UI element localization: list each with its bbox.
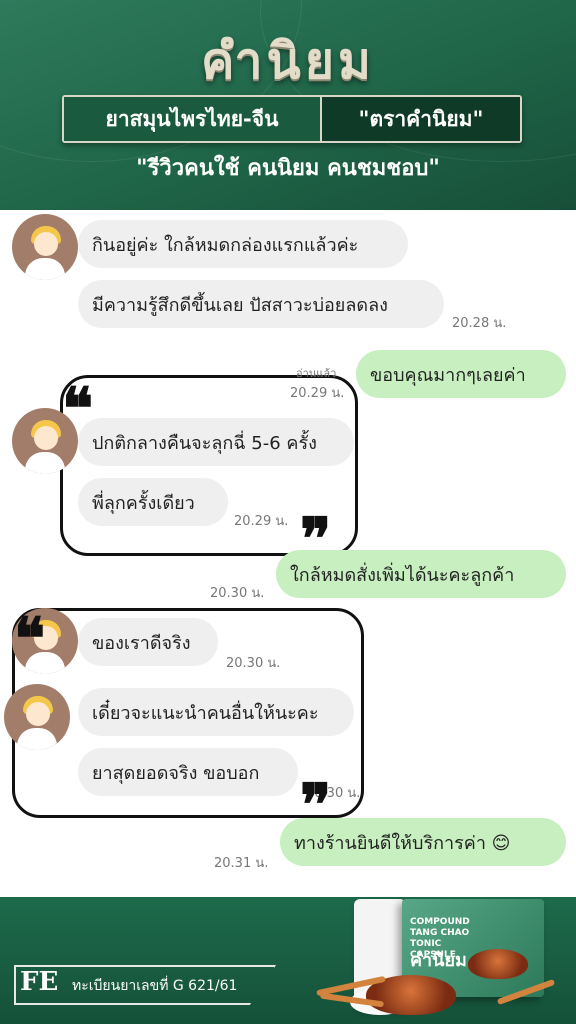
message-time: 20.29 น. bbox=[290, 386, 345, 401]
message-bubble: ปกติกลางคืนจะลุกฉี่ 5-6 ครั้ง bbox=[78, 418, 354, 466]
message-time: 20.30 น. bbox=[210, 586, 265, 601]
open-quote-mark: ❝ bbox=[14, 605, 46, 673]
message-bubble: ใกล้หมดสั่งเพิ่มได้นะคะลูกค้า bbox=[276, 550, 566, 598]
message-time: 20.29 น. bbox=[234, 514, 289, 529]
message-time: 20.30 น. bbox=[226, 656, 281, 671]
avatar[interactable] bbox=[4, 684, 70, 750]
avatar[interactable] bbox=[12, 408, 78, 474]
product-image: COMPOUND TANG CHAO TONIC CAPSULE คำนิยม bbox=[316, 897, 566, 1024]
message-bubble: ขอบคุณมากๆเลยค่า bbox=[356, 350, 566, 398]
message-bubble: พี่ลุกครั้งเดียว bbox=[78, 478, 228, 526]
message-bubble: กินอยู่ค่ะ ใกล้หมดกล่องแรกแล้วค่ะ bbox=[78, 220, 408, 268]
chat-screenshot: กินอยู่ค่ะ ใกล้หมดกล่องแรกแล้วค่ะ มีความ… bbox=[0, 210, 576, 897]
avatar[interactable] bbox=[12, 214, 78, 280]
message-bubble: มีความรู้สึกดีขึ้นเลย ปัสสาวะบ่อยลดลง bbox=[78, 280, 444, 328]
footer: FE ทะเบียนยาเลขที่ G 621/61 COMPOUND TAN… bbox=[0, 897, 576, 1024]
banner-product-type: ยาสมุนไพรไทย-จีน bbox=[64, 97, 322, 141]
header-banner: คำนิยม ยาสมุนไพรไทย-จีน "ตราคำนิยม" "รีว… bbox=[0, 0, 576, 210]
brand-logo: คำนิยม bbox=[201, 31, 375, 90]
fe-logo: FE bbox=[20, 967, 59, 997]
product-box-brand: คำนิยม bbox=[410, 950, 467, 971]
message-time: 20.31 น. bbox=[214, 856, 269, 871]
registration-number: ทะเบียนยาเลขที่ G 621/61 bbox=[72, 978, 238, 994]
product-banner: ยาสมุนไพรไทย-จีน "ตราคำนิยม" bbox=[62, 95, 522, 143]
message-bubble: ของเราดีจริง bbox=[78, 618, 218, 666]
message-bubble: ทางร้านยินดีให้บริการค่า 😊 bbox=[280, 818, 566, 866]
message-bubble: เดี๋ยวจะแนะนำคนอื่นให้นะคะ bbox=[78, 688, 354, 736]
read-receipt: อ่านแล้ว bbox=[296, 367, 337, 380]
lingzhi-mushroom-icon bbox=[468, 949, 528, 979]
banner-brand-name: "ตราคำนิยม" bbox=[322, 97, 520, 141]
message-time: 20.28 น. bbox=[452, 316, 507, 331]
message-bubble: ยาสุดยอดจริง ขอบอก bbox=[78, 748, 298, 796]
tagline: "รีวิวคนใช้ คนนิยม คนชมชอบ" bbox=[136, 156, 440, 181]
